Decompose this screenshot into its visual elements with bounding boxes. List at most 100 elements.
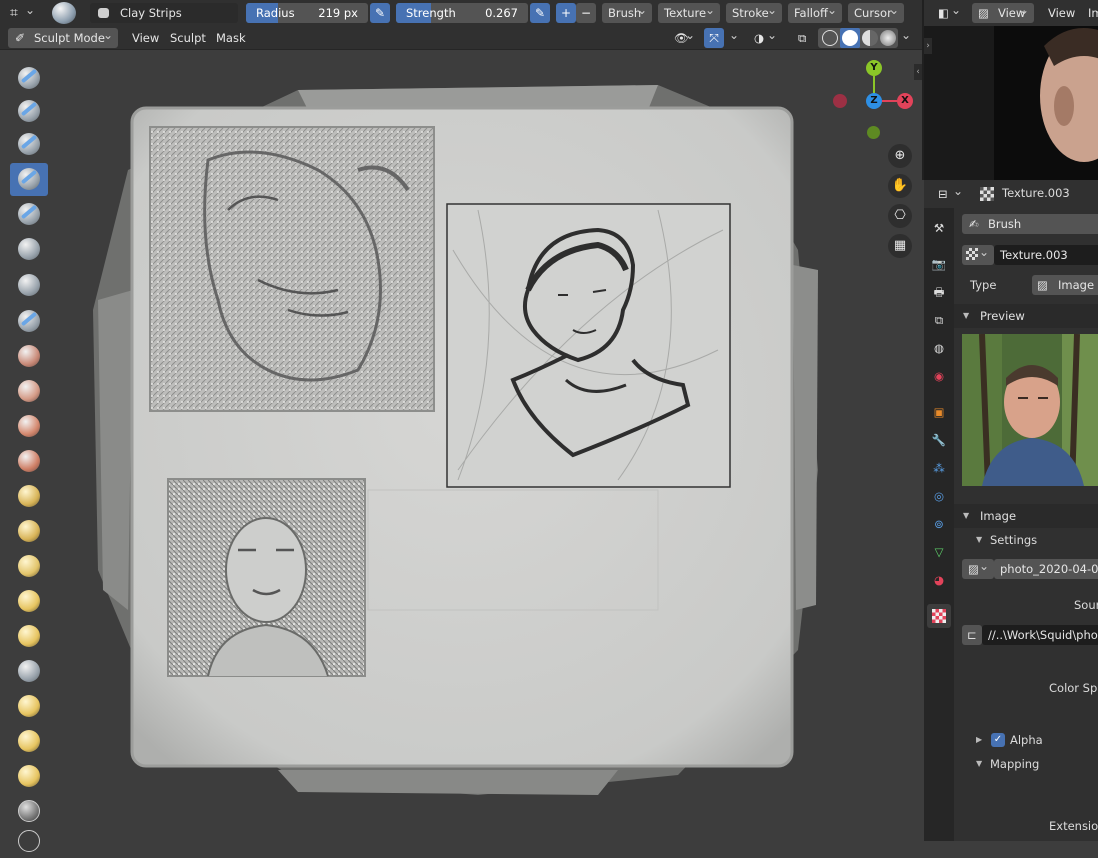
stroke-menu[interactable]: Stroke [726, 0, 782, 23]
cursor-menu[interactable]: Cursor [848, 0, 904, 23]
image-browse-button[interactable]: ▨ [962, 556, 994, 579]
direction-subtract-button[interactable]: − [576, 3, 596, 23]
texture-tab[interactable] [927, 604, 951, 628]
tool-thumb[interactable] [10, 690, 48, 723]
radius-slider[interactable]: Radius 219 px [246, 3, 368, 23]
properties-editor-type[interactable]: ⊟ [932, 181, 968, 204]
brush-menu[interactable]: Brush [602, 0, 652, 23]
tool-layer[interactable] [10, 233, 48, 266]
alpha-subpanel-header[interactable]: ▶ ✓ Alpha [954, 728, 1098, 752]
tool-smooth[interactable] [10, 375, 48, 408]
tool-crease[interactable] [10, 340, 48, 373]
filepath-text: //..\Work\Squid\photo_2 [988, 628, 1098, 642]
settings-subpanel-header[interactable]: ▼ Settings [954, 528, 1098, 552]
zoom-icon[interactable]: ⊕ [888, 144, 912, 168]
tool-blob[interactable] [10, 305, 48, 338]
tool-scrape[interactable] [10, 480, 48, 513]
mask-menu[interactable]: Mask [210, 28, 252, 48]
brush-preview-icon[interactable] [52, 2, 76, 24]
gizmo-dropdown[interactable] [724, 25, 744, 48]
tool-tab-icon[interactable]: ⚒ [929, 218, 949, 238]
tool-pinch[interactable] [10, 550, 48, 583]
gizmo-neg-x[interactable] [833, 94, 847, 108]
tool-nudge[interactable] [10, 760, 48, 793]
sculpt-menu[interactable]: Sculpt [164, 28, 212, 48]
shading-dropdown[interactable] [898, 25, 916, 48]
strength-slider[interactable]: Strength 0.267 [396, 3, 528, 23]
image-editor-view-menu[interactable]: View [1042, 3, 1081, 23]
image-editor-image-menu[interactable]: Im [1082, 3, 1098, 23]
data-tab-icon[interactable]: ▽ [929, 542, 949, 562]
preview-panel-header[interactable]: ▼ Preview [954, 304, 1098, 328]
wireframe-shading-icon[interactable] [822, 30, 838, 46]
brush-context-button[interactable]: ✍ Brush [962, 214, 1098, 234]
tool-draw[interactable] [10, 62, 48, 95]
render-tab-icon[interactable]: 📷 [929, 254, 949, 274]
alpha-checkbox[interactable]: ✓ [991, 733, 1005, 747]
image-view-dropdown[interactable]: ▨ View [972, 0, 1034, 23]
tool-pose[interactable] [10, 725, 48, 758]
visibility-button[interactable]: 👁 [668, 25, 700, 48]
image-name-field[interactable]: photo_2020-04-06_ [994, 559, 1098, 579]
sculpt-canvas[interactable] [58, 50, 922, 841]
radius-pressure-icon[interactable]: ✎ [370, 3, 390, 23]
gizmo-x-axis[interactable]: X [897, 93, 913, 109]
overlay-button[interactable]: ◑ [748, 25, 782, 48]
physics-tab-icon[interactable]: ◎ [929, 486, 949, 506]
image-sidebar-toggle-icon[interactable]: › [924, 38, 932, 54]
gizmo-y-axis[interactable]: Y [866, 60, 882, 76]
texture-menu[interactable]: Texture [658, 0, 720, 23]
xray-toggle[interactable]: ⧉ [792, 28, 816, 48]
plus-text: + [560, 6, 572, 20]
type-dropdown[interactable]: ▨ Image or [1032, 275, 1098, 295]
direction-add-button[interactable]: + [556, 3, 576, 23]
tool-box-mask[interactable] [10, 825, 48, 858]
world-tab-icon[interactable]: ◉ [929, 366, 949, 386]
grid-icon[interactable]: ▦ [888, 234, 912, 258]
particles-tab-icon[interactable]: ⁂ [929, 458, 949, 478]
constraints-tab-icon[interactable]: ⊚ [929, 514, 949, 534]
tool-flatten[interactable] [10, 410, 48, 443]
filepath-field[interactable]: //..\Work\Squid\photo_2 [982, 625, 1098, 645]
texture-name-field[interactable]: Texture.003 [994, 245, 1098, 265]
tool-mask[interactable] [10, 795, 48, 828]
scene-tab-icon[interactable]: ◍ [929, 338, 949, 358]
pan-hand-icon[interactable]: ✋ [888, 174, 912, 198]
mode-selector[interactable]: ✐ Sculpt Mode [8, 25, 118, 48]
modifier-tab-icon[interactable]: 🔧 [929, 430, 949, 450]
texture-browse-button[interactable] [962, 242, 994, 265]
image-browse-icon: ▨ [968, 562, 979, 576]
sidebar-toggle-icon[interactable]: ‹ [914, 64, 922, 80]
gizmo-z-axis[interactable]: Z [866, 93, 882, 109]
image-panel-header[interactable]: ▼ Image [954, 504, 1098, 528]
tool-elastic-deform[interactable] [10, 620, 48, 653]
gizmo-neg-y[interactable] [867, 126, 880, 139]
tool-multiplane-scrape[interactable] [10, 515, 48, 548]
tool-clay[interactable] [10, 128, 48, 161]
solid-shading-button[interactable] [840, 28, 860, 48]
output-tab-icon[interactable]: 🖶 [929, 282, 949, 302]
falloff-menu[interactable]: Falloff [788, 0, 842, 23]
tool-grab[interactable] [10, 585, 48, 618]
tool-inflate[interactable] [10, 269, 48, 302]
image-editor-type[interactable]: ◧ [932, 0, 966, 23]
material-tab-icon[interactable]: ◕ [929, 570, 949, 590]
view-layer-tab-icon[interactable]: ⧉ [929, 310, 949, 330]
brush-name-field[interactable]: Clay Strips [90, 3, 238, 23]
tool-clay-strips[interactable] [10, 163, 48, 196]
3d-viewport[interactable]: Y Z X ⊕ ✋ ⎔ ▦ ‹ [58, 50, 922, 841]
camera-icon[interactable]: ⎔ [888, 204, 912, 228]
material-shading-icon[interactable] [862, 30, 878, 46]
tool-draw-sharp[interactable] [10, 95, 48, 128]
mapping-subpanel-header[interactable]: ▼ Mapping [954, 752, 1098, 776]
gizmo-toggle-icon[interactable]: ⤧ [704, 28, 724, 48]
filepath-pack-icon[interactable]: ⊏ [962, 625, 982, 645]
view-menu[interactable]: View [126, 28, 165, 48]
object-tab-icon[interactable]: ▣ [929, 402, 949, 422]
tool-clay-thumb[interactable] [10, 198, 48, 231]
editor-type-button[interactable]: ⌗ [4, 0, 40, 23]
strength-pressure-icon[interactable]: ✎ [530, 3, 550, 23]
rendered-shading-icon[interactable] [880, 30, 896, 46]
tool-fill[interactable] [10, 445, 48, 478]
tool-snake-hook[interactable] [10, 655, 48, 688]
